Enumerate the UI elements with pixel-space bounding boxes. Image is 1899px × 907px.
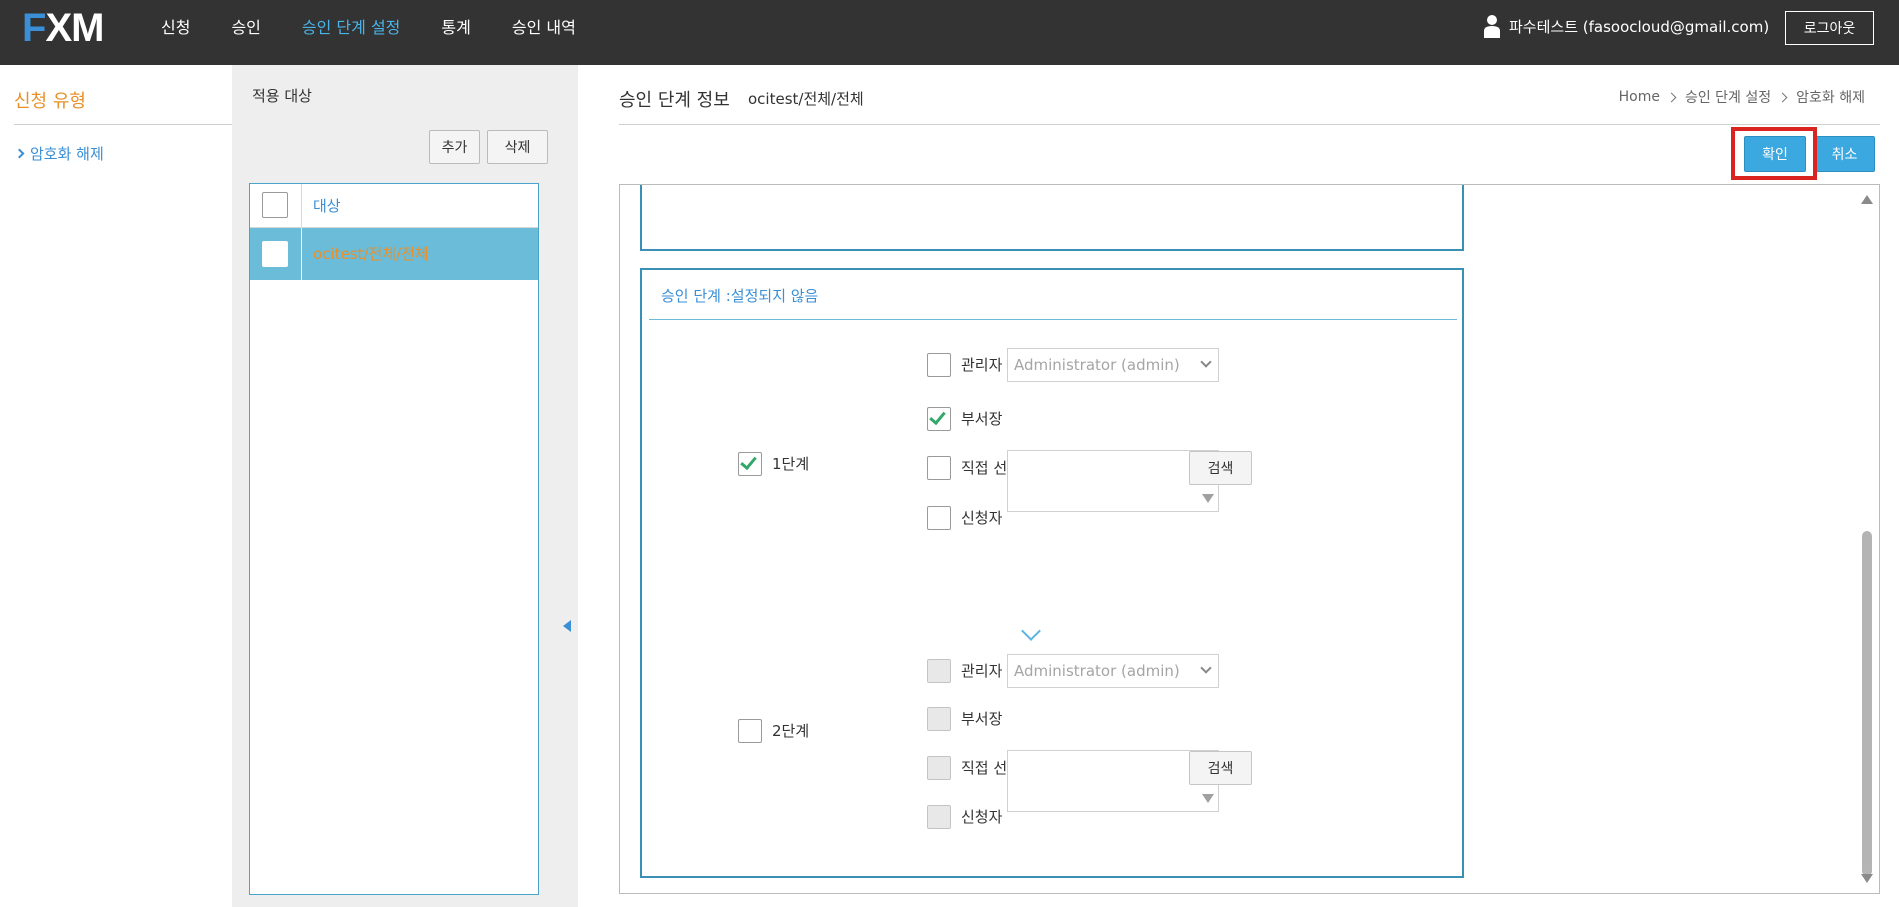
target-list: 대상 ocitest/전체/전체 (249, 183, 539, 895)
fxm-logo[interactable]: FXM (22, 6, 104, 51)
step2-dept-head-checkbox[interactable] (927, 707, 951, 731)
nav-item-approval-step-settings[interactable]: 승인 단계 설정 (302, 14, 401, 38)
target-row-label: ocitest/전체/전체 (313, 245, 429, 263)
previous-section-box (640, 185, 1464, 251)
collapse-panel-icon[interactable] (563, 620, 571, 632)
sidebar-item-label: 암호화 해제 (30, 145, 104, 163)
nav-item-approval-history[interactable]: 승인 내역 (512, 14, 576, 38)
step2-label: 2단계 (772, 722, 810, 740)
step2-manager-select[interactable]: Administrator (admin) (1007, 654, 1219, 688)
step1-checkbox[interactable] (738, 452, 762, 476)
step1-requester-label: 신청자 (961, 509, 1003, 527)
divider (14, 124, 232, 125)
chevron-down-icon (1021, 621, 1041, 641)
highlight-box (1731, 127, 1817, 180)
step2-dept-head-label: 부서장 (961, 710, 1003, 728)
target-list-header: 대상 (250, 184, 538, 228)
chevron-right-icon (1666, 92, 1677, 102)
breadcrumb-home[interactable]: Home (1619, 89, 1660, 105)
user-icon (1484, 15, 1500, 38)
chevron-down-icon (1200, 662, 1212, 674)
step1-dept-head-label: 부서장 (961, 410, 1003, 428)
scrollbar-thumb[interactable] (1862, 531, 1872, 876)
step1-requester-checkbox[interactable] (927, 506, 951, 530)
step2-direct-listbox[interactable] (1007, 750, 1219, 812)
nav-item-apply[interactable]: 신청 (161, 14, 190, 38)
logout-button[interactable]: 로그아웃 (1785, 11, 1874, 45)
step2-checkbox[interactable] (738, 719, 762, 743)
scroll-up-icon[interactable] (1861, 195, 1873, 204)
top-bar: FXM 신청 승인 승인 단계 설정 통계 승인 내역 파수테스트 (fasoo… (0, 0, 1899, 65)
delete-button[interactable]: 삭제 (487, 130, 548, 164)
row-checkbox[interactable] (262, 241, 288, 267)
chevron-down-icon (1200, 356, 1212, 368)
page-title: 승인 단계 정보 (619, 90, 730, 111)
sidebar-item-decrypt[interactable]: 암호화 해제 (14, 143, 104, 164)
check-icon (929, 407, 946, 426)
breadcrumb-current: 암호화 해제 (1796, 90, 1865, 106)
main-nav: 신청 승인 승인 단계 설정 통계 승인 내역 (161, 0, 617, 52)
sidebar-title: 신청 유형 (14, 91, 86, 112)
step2-manager-checkbox[interactable] (927, 659, 951, 683)
step1-label: 1단계 (772, 455, 810, 473)
nav-item-approve[interactable]: 승인 (231, 14, 260, 38)
target-panel-title: 적용 대상 (252, 87, 312, 105)
check-icon (740, 452, 757, 471)
user-name: 파수테스트 (fasoocloud@gmail.com) (1509, 17, 1770, 36)
step-section-title: 승인 단계 :설정되지 않음 (661, 287, 819, 305)
step1-dept-head-checkbox[interactable] (927, 407, 951, 431)
step1-manager-label: 관리자 (961, 356, 1003, 374)
column-divider (301, 228, 302, 280)
chevron-right-icon (14, 148, 25, 159)
step2-manager-label: 관리자 (961, 662, 1003, 680)
step2-direct-checkbox[interactable] (927, 756, 951, 780)
step1-search-button[interactable]: 검색 (1189, 451, 1252, 485)
user-info: 파수테스트 (fasoocloud@gmail.com) (1483, 14, 1769, 38)
step1-direct-listbox[interactable] (1007, 450, 1219, 512)
sidebar: 신청 유형 암호화 해제 (0, 65, 232, 907)
step1-manager-select[interactable]: Administrator (admin) (1007, 348, 1219, 382)
target-row[interactable]: ocitest/전체/전체 (250, 228, 538, 280)
step2-search-button[interactable]: 검색 (1189, 751, 1252, 785)
select-value: Administrator (admin) (1014, 356, 1180, 374)
step2-requester-checkbox[interactable] (927, 805, 951, 829)
nav-item-statistics[interactable]: 통계 (441, 14, 470, 38)
cancel-button[interactable]: 취소 (1814, 136, 1875, 172)
page-subtitle: ocitest/전체/전체 (748, 90, 864, 108)
chevron-right-icon (1777, 92, 1788, 102)
select-all-checkbox[interactable] (262, 192, 288, 218)
column-divider (301, 184, 302, 227)
scroll-down-icon[interactable] (1202, 494, 1214, 503)
divider (649, 319, 1457, 320)
scroll-down-icon[interactable] (1861, 874, 1873, 883)
target-panel: 적용 대상 추가 삭제 대상 ocitest/전체/전체 (232, 65, 578, 907)
step-content-area: 승인 단계 :설정되지 않음 1단계 관리자 Administrator (ad… (619, 184, 1880, 894)
step1-direct-checkbox[interactable] (927, 456, 951, 480)
step1-manager-checkbox[interactable] (927, 353, 951, 377)
scroll-down-icon[interactable] (1202, 794, 1214, 803)
step2-requester-label: 신청자 (961, 808, 1003, 826)
divider (619, 124, 1880, 125)
breadcrumb: Home 승인 단계 설정 암호화 해제 (1619, 87, 1865, 107)
select-value: Administrator (admin) (1014, 662, 1180, 680)
approval-step-section: 승인 단계 :설정되지 않음 1단계 관리자 Administrator (ad… (640, 268, 1464, 878)
target-column-header: 대상 (313, 197, 341, 215)
breadcrumb-step-settings[interactable]: 승인 단계 설정 (1685, 87, 1771, 107)
add-button[interactable]: 추가 (429, 130, 480, 164)
